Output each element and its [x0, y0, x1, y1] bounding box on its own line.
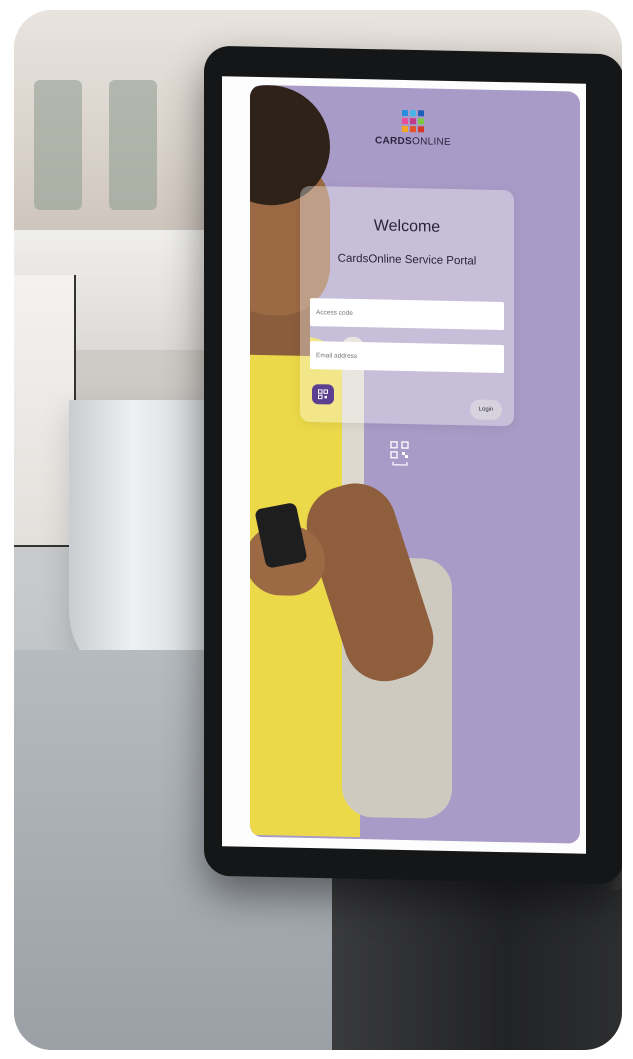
logo-square: [410, 126, 416, 133]
store-display: [14, 275, 76, 547]
logo-square: [402, 109, 408, 117]
logo-mark-icon: [368, 109, 458, 133]
login-card: Welcome CardsOnline Service Portal Login: [300, 185, 514, 427]
kiosk-screen: CARDSONLINE Welcome CardsOnline Service …: [222, 76, 586, 854]
logo-square: [418, 110, 424, 117]
logo-square: [410, 110, 416, 117]
logo-square: [418, 118, 424, 125]
store-window: [34, 80, 82, 210]
qr-scan-icon[interactable]: [390, 440, 410, 468]
logo-square: [402, 117, 408, 125]
store-window: [109, 80, 157, 210]
brand-logo: CARDSONLINE: [368, 109, 458, 148]
email-input[interactable]: [310, 341, 504, 374]
logo-square: [410, 118, 416, 125]
qr-scan-icon: [318, 389, 328, 400]
logo-square: [402, 125, 408, 133]
access-code-input[interactable]: [310, 298, 504, 331]
login-button[interactable]: Login: [470, 399, 502, 421]
welcome-heading: Welcome: [373, 217, 441, 236]
portal-subtitle: CardsOnline Service Portal: [337, 252, 477, 268]
logo-square: [418, 126, 424, 133]
qr-scan-button[interactable]: [312, 384, 334, 405]
photo-frame: CARDSONLINE Welcome CardsOnline Service …: [14, 10, 622, 1050]
brand-wordmark: CARDSONLINE: [374, 135, 452, 148]
login-screen: CARDSONLINE Welcome CardsOnline Service …: [250, 84, 580, 844]
